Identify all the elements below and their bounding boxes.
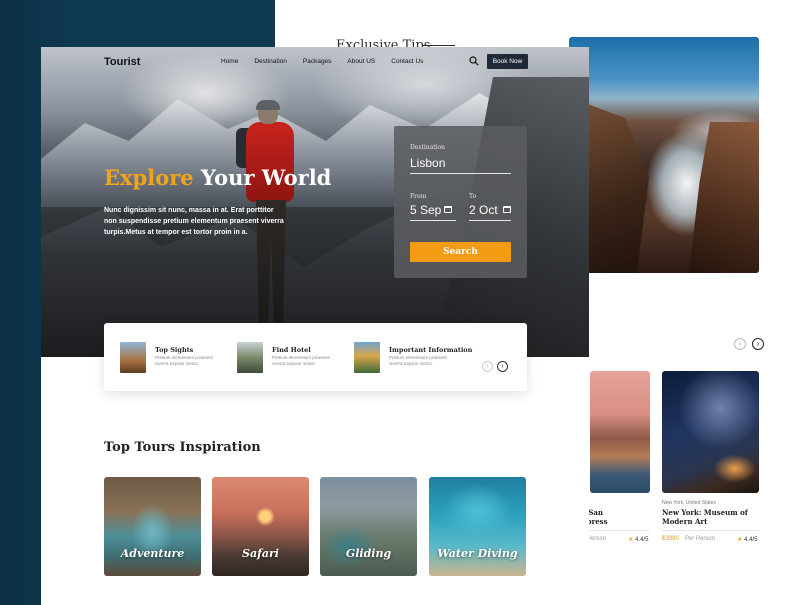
- tours-section-title: Top Tours Inspiration: [104, 440, 261, 455]
- calendar-icon[interactable]: [444, 206, 452, 213]
- info-item-description: Pretium elementum praesent viverra turpi…: [272, 355, 330, 366]
- tour-card-label: Adventure: [120, 547, 185, 560]
- next-arrow-icon[interactable]: ›: [752, 338, 764, 350]
- tour-card-label: Safari: [242, 547, 279, 560]
- from-date-input[interactable]: 5 Sep: [410, 203, 441, 217]
- tip-card-image-venice[interactable]: [590, 371, 650, 493]
- hero-headline: Explore Your World: [104, 165, 332, 190]
- hero-section: Tourist Home Destination Packages About …: [41, 47, 589, 357]
- info-item-description: Pretium elementum praesent viverra turpi…: [155, 355, 213, 366]
- info-item-description: Pretium elementum praesent viverra turpi…: [389, 355, 447, 366]
- destination-input[interactable]: Lisbon: [410, 156, 445, 170]
- divider: [662, 530, 759, 531]
- search-icon[interactable]: [469, 56, 479, 66]
- search-button[interactable]: Search: [410, 242, 511, 262]
- info-item-title: Find Hotel: [272, 346, 311, 354]
- tip-card-rating: ★ 4.4/5: [737, 537, 758, 543]
- prev-arrow-icon[interactable]: ‹: [482, 361, 493, 372]
- prev-arrow-icon[interactable]: ‹: [734, 338, 746, 350]
- book-now-button[interactable]: Book Now: [487, 54, 528, 69]
- title-underline: [423, 45, 455, 46]
- tip-card-image-night-sky[interactable]: [662, 371, 759, 493]
- nav-about[interactable]: About US: [347, 58, 375, 65]
- waterfall-image: [569, 37, 759, 273]
- back-carousel-arrows: ‹ ›: [734, 338, 764, 350]
- tip-card-location: New York, United States: [662, 500, 716, 506]
- tip-card-rating: ★ 4.4/5: [628, 537, 649, 543]
- destination-label: Destination: [410, 144, 446, 151]
- tour-card-water-diving[interactable]: Water Diving: [429, 477, 526, 576]
- nav-destination[interactable]: Destination: [254, 58, 287, 65]
- tip-card-per: Person: [587, 536, 607, 542]
- to-date-input[interactable]: 2 Oct: [469, 203, 498, 217]
- find-hotel-thumbnail: [237, 342, 263, 373]
- nav-contact[interactable]: Contact Us: [391, 58, 423, 65]
- main-menu: Home Destination Packages About US Conta…: [221, 58, 423, 65]
- front-page: Tourist Home Destination Packages About …: [41, 47, 589, 605]
- hero-description: Nunc dignissim sit nunc, massa in at. Er…: [104, 207, 284, 236]
- tour-card-label: Water Diving: [437, 547, 518, 560]
- important-info-thumbnail: [354, 342, 380, 373]
- from-label: From: [410, 193, 427, 200]
- to-label: To: [469, 193, 477, 200]
- tour-card-adventure[interactable]: Adventure: [104, 477, 201, 576]
- info-bar: Top Sights Pretium elementum praesent vi…: [104, 323, 527, 391]
- nav-packages[interactable]: Packages: [303, 58, 332, 65]
- top-sights-thumbnail: [120, 342, 146, 373]
- tip-card-per: Per Person: [685, 536, 716, 542]
- tour-card-safari[interactable]: Safari: [212, 477, 309, 576]
- tip-card-price: $3990: [662, 536, 679, 542]
- info-carousel-arrows: ‹ ›: [482, 361, 508, 372]
- top-navigation: Tourist Home Destination Packages About …: [41, 47, 589, 77]
- calendar-icon[interactable]: [503, 206, 511, 213]
- star-icon: ★: [737, 537, 743, 543]
- tip-card-title[interactable]: New York: Museum of Modern Art: [662, 508, 748, 526]
- next-arrow-icon[interactable]: ›: [497, 361, 508, 372]
- booking-form: Destination Lisbon From 5 Sep To 2 Oct S…: [394, 126, 527, 278]
- star-icon: ★: [628, 537, 634, 543]
- info-item-title: Top Sights: [155, 346, 194, 354]
- info-item-title: Important Information: [389, 346, 473, 354]
- tour-card-label: Gliding: [345, 547, 392, 560]
- logo[interactable]: Tourist: [104, 56, 140, 68]
- tour-card-gliding[interactable]: Gliding: [320, 477, 417, 576]
- nav-home[interactable]: Home: [221, 58, 238, 65]
